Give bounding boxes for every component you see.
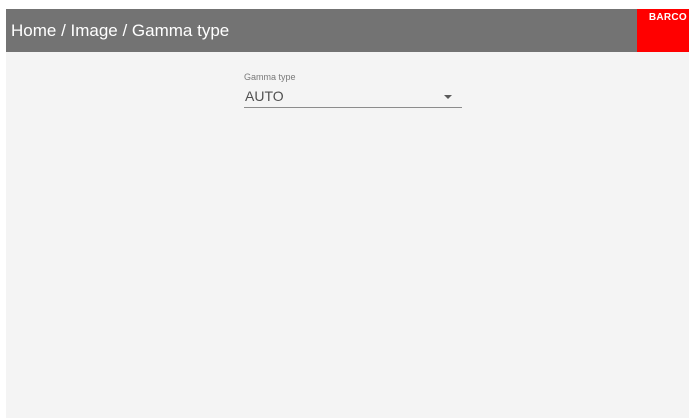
app-window: Home / Image / Gamma type BARCO Gamma ty… [6, 9, 689, 418]
gamma-type-label: Gamma type [244, 72, 296, 82]
barco-logo: BARCO [648, 12, 687, 23]
gamma-type-select[interactable]: AUTO [244, 87, 462, 108]
gamma-type-field: Gamma type AUTO [244, 71, 462, 108]
gamma-type-value: AUTO [245, 88, 284, 104]
chevron-down-icon [444, 95, 452, 99]
brand-badge: BARCO [637, 9, 689, 52]
breadcrumb[interactable]: Home / Image / Gamma type [11, 9, 229, 52]
header-bar: Home / Image / Gamma type BARCO [6, 9, 689, 52]
